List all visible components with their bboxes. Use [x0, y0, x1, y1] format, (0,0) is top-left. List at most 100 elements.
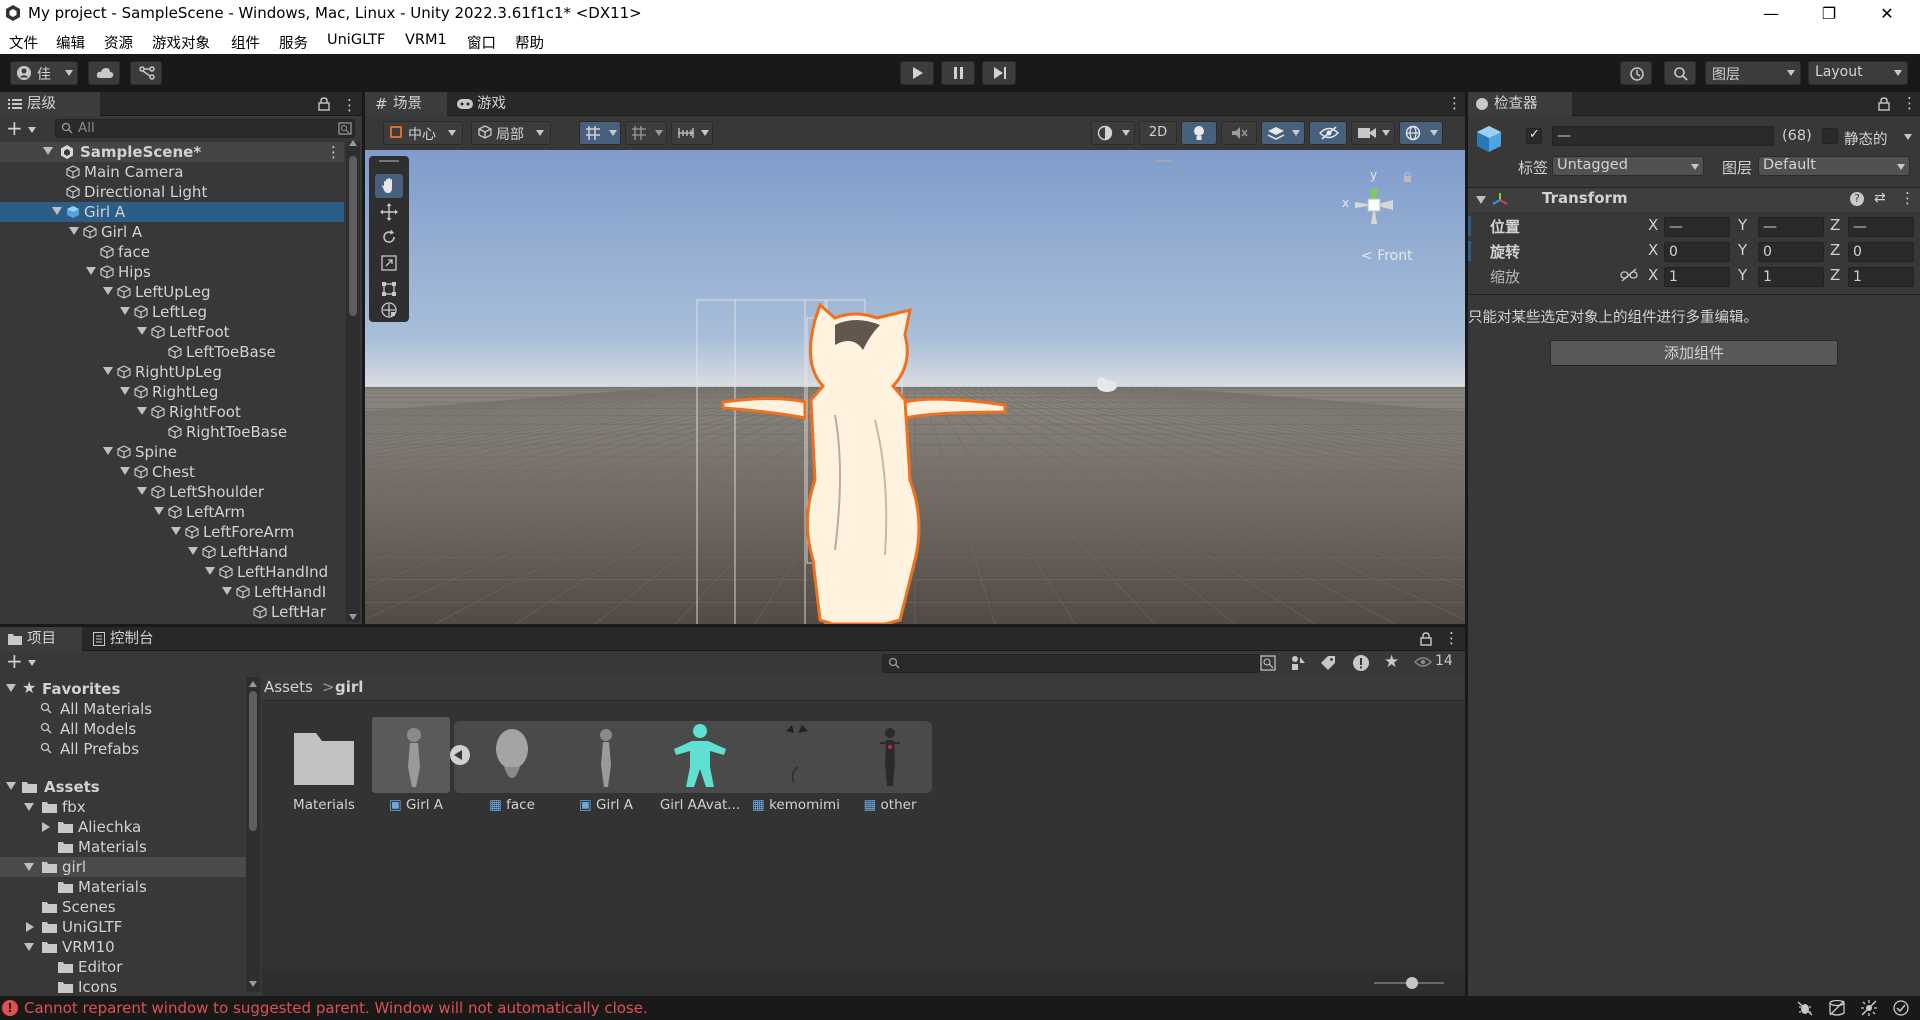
overlay-drag-handle[interactable] — [1155, 160, 1173, 162]
expand-arrow-icon[interactable] — [103, 287, 113, 295]
expand-arrow-icon[interactable] — [205, 567, 215, 575]
layout-dropdown[interactable]: Layout — [1808, 61, 1908, 85]
tree-scrollbar[interactable] — [246, 677, 260, 992]
active-checkbox[interactable]: ✓ — [1526, 127, 1542, 144]
expand-arrow-icon[interactable] — [171, 527, 181, 535]
asset-face-mesh[interactable]: ▦ face — [472, 719, 552, 819]
expand-arrow-icon[interactable] — [24, 803, 34, 811]
expand-arrow-icon[interactable] — [26, 922, 34, 932]
position-y-axis[interactable]: Y — [1738, 216, 1747, 234]
expand-arrow-icon[interactable] — [188, 547, 198, 555]
hierarchy-item[interactable]: Girl A — [0, 202, 344, 222]
expand-arrow-icon[interactable] — [103, 367, 113, 375]
project-folder-row[interactable]: VRM10 — [0, 937, 246, 957]
create-asset-dropdown[interactable]: + — [6, 649, 40, 673]
expand-arrow-icon[interactable] — [154, 507, 164, 515]
hierarchy-search-input[interactable]: All — [55, 119, 355, 138]
expand-arrow-icon[interactable] — [86, 267, 96, 275]
tab-game[interactable]: 游戏 — [451, 92, 531, 116]
lock-icon[interactable] — [1878, 97, 1890, 111]
cloud-button[interactable] — [88, 61, 120, 85]
camera-dropdown[interactable] — [1351, 121, 1395, 145]
scroll-up-icon[interactable] — [249, 681, 257, 687]
scroll-down-icon[interactable] — [349, 614, 357, 620]
create-dropdown[interactable]: + — [6, 116, 40, 140]
menu-vrm1[interactable]: VRM1 — [405, 32, 447, 48]
hierarchy-item[interactable]: LeftHar — [0, 602, 344, 622]
favorites-row[interactable]: ★ Favorites — [0, 678, 246, 699]
expand-arrow-icon[interactable] — [137, 407, 147, 415]
expand-arrow-icon[interactable] — [222, 587, 232, 595]
scene-visibility-toggle[interactable] — [1309, 121, 1347, 145]
layer-dropdown[interactable]: Default — [1758, 156, 1910, 176]
hierarchy-item[interactable]: LeftToeBase — [0, 342, 344, 362]
hierarchy-item[interactable]: RightUpLeg — [0, 362, 344, 382]
maximize-button[interactable]: ❐ — [1806, 0, 1852, 28]
rotation-z-field[interactable]: 0 — [1848, 242, 1914, 262]
scene-viewport[interactable]: y x < Front — [365, 150, 1465, 624]
play-button[interactable] — [900, 61, 934, 85]
hierarchy-item[interactable]: face — [0, 242, 344, 262]
more-options-icon[interactable]: ⋮ — [1902, 94, 1917, 112]
scale-x-field[interactable]: 1 — [1664, 267, 1730, 287]
object-name-field[interactable]: — — [1552, 126, 1774, 146]
scroll-down-icon[interactable] — [249, 981, 257, 987]
status-message[interactable]: Cannot reparent window to suggested pare… — [24, 999, 648, 1017]
project-search-input[interactable] — [882, 654, 1260, 673]
minimize-button[interactable]: — — [1748, 0, 1794, 28]
hierarchy-item[interactable]: LeftArm — [0, 502, 344, 522]
asset-girl-a-prefab[interactable]: ▣ Girl A — [372, 717, 470, 819]
local-global-dropdown[interactable]: 局部 — [471, 121, 551, 145]
rotate-tool-button[interactable] — [375, 226, 403, 250]
hierarchy-item[interactable]: RightFoot — [0, 402, 344, 422]
asset-girl-avatar[interactable]: Girl AAvat... — [660, 719, 740, 819]
pause-button[interactable] — [941, 61, 975, 85]
expand-prefab-button[interactable] — [450, 745, 470, 765]
expand-arrow-icon[interactable] — [103, 447, 113, 455]
grid-snap-toggle[interactable] — [579, 121, 621, 145]
cache-server-icon[interactable] — [1828, 999, 1846, 1017]
hierarchy-item[interactable]: LeftLeg — [0, 302, 344, 322]
menu-assets[interactable]: 资源 — [104, 32, 133, 53]
orientation-gizmo[interactable]: y x < Front — [1337, 166, 1447, 276]
transform-tool-button[interactable] — [375, 298, 403, 322]
hierarchy-item[interactable]: LeftHandInd — [0, 562, 344, 582]
asset-other-mesh[interactable]: ▦ other — [850, 719, 930, 819]
tag-dropdown[interactable]: Untagged — [1552, 156, 1704, 176]
filter-by-type-icon[interactable] — [1290, 655, 1306, 671]
hierarchy-item[interactable]: LeftForeArm — [0, 522, 344, 542]
rotation-y-axis[interactable]: Y — [1738, 241, 1747, 259]
project-folder-row[interactable]: UniGLTF — [0, 917, 246, 937]
expand-arrow-icon[interactable] — [42, 822, 50, 832]
hierarchy-item[interactable]: Hips — [0, 262, 344, 282]
hierarchy-item[interactable]: Girl A — [0, 222, 344, 242]
pivot-center-dropdown[interactable]: 中心 — [383, 121, 463, 145]
error-icon[interactable]: ! — [2, 1000, 18, 1016]
assets-root-row[interactable]: Assets — [0, 777, 246, 797]
collab-button[interactable] — [130, 61, 162, 85]
favorite-item[interactable]: All Models — [0, 719, 246, 739]
menu-gameobject[interactable]: 游戏对象 — [152, 32, 210, 53]
asset-girl-a-model[interactable]: ▣ Girl A — [566, 719, 646, 819]
tab-scene[interactable]: # 场景 — [365, 92, 447, 116]
expand-arrow-icon[interactable] — [24, 863, 34, 871]
increment-snap-toggle[interactable] — [671, 121, 713, 145]
search-scope-icon[interactable] — [1260, 655, 1276, 671]
hierarchy-item[interactable]: LeftFoot — [0, 322, 344, 342]
layers-dropdown[interactable]: 图层 — [1705, 61, 1801, 85]
breadcrumb-girl[interactable]: girl — [335, 678, 363, 696]
favorite-item[interactable]: All Materials — [0, 699, 246, 719]
history-button[interactable] — [1620, 61, 1652, 85]
scroll-up-icon[interactable] — [349, 140, 357, 146]
close-button[interactable]: ✕ — [1864, 0, 1910, 28]
position-z-field[interactable]: — — [1848, 217, 1914, 237]
expand-arrow-icon[interactable] — [1476, 196, 1486, 204]
hierarchy-item[interactable]: LeftShoulder — [0, 482, 344, 502]
static-checkbox[interactable] — [1822, 128, 1838, 144]
more-options-icon[interactable]: ⋮ — [1447, 94, 1462, 112]
scale-x-axis[interactable]: X — [1648, 266, 1658, 284]
lighting-toggle[interactable] — [1181, 121, 1217, 145]
expand-arrow-icon[interactable] — [137, 327, 147, 335]
project-folder-row[interactable]: girl — [0, 857, 246, 877]
breadcrumb-assets[interactable]: Assets — [264, 678, 313, 696]
